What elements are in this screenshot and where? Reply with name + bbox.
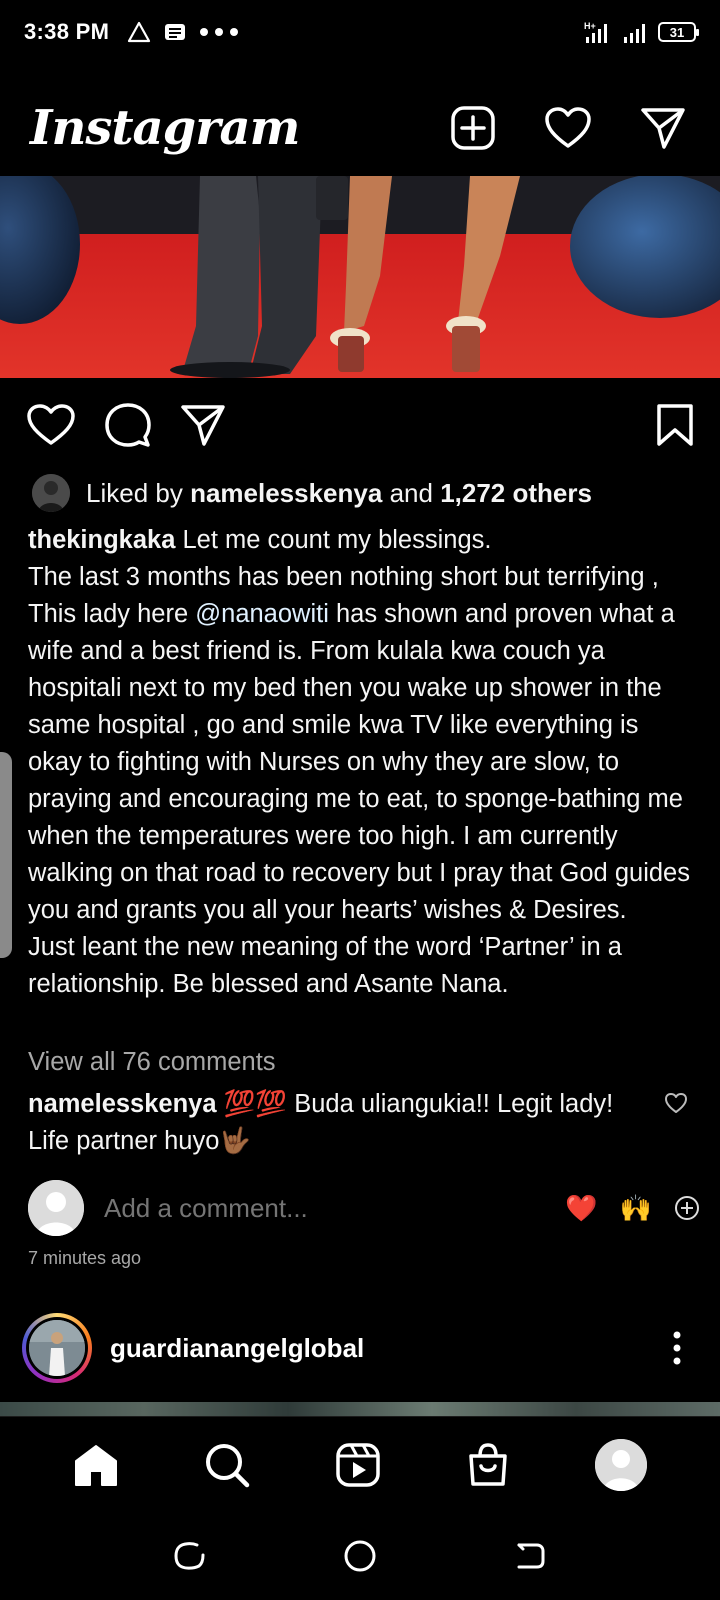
nav-profile[interactable] — [595, 1438, 648, 1491]
react-heart-button[interactable]: ❤️ — [565, 1193, 597, 1224]
comment-icon — [105, 403, 151, 447]
post-actions-left — [26, 401, 226, 449]
status-bar: 3:38 PM H+ 31 — [0, 0, 720, 64]
bottom-navigation — [0, 1416, 720, 1512]
profile-avatar-icon — [595, 1438, 648, 1491]
post-photo — [0, 176, 720, 378]
caption-mention[interactable]: @nanaowiti — [195, 600, 329, 628]
nav-shop[interactable] — [466, 1442, 510, 1488]
post-timestamp: 7 minutes ago — [28, 1248, 142, 1268]
post-image[interactable] — [0, 176, 720, 378]
signal-icon-2 — [624, 24, 645, 43]
home-icon — [74, 1444, 117, 1486]
my-avatar — [28, 1180, 84, 1236]
caption-username[interactable]: thekingkaka — [28, 526, 175, 554]
shopping-bag-icon — [469, 1442, 507, 1486]
save-button[interactable] — [656, 403, 694, 447]
more-notifications-icon — [200, 28, 239, 36]
default-avatar-icon — [28, 1180, 84, 1236]
heart-icon — [27, 404, 75, 445]
search-icon — [205, 1443, 250, 1487]
battery-icon: 31 — [658, 22, 699, 42]
story-ring[interactable] — [22, 1313, 92, 1383]
send-icon — [181, 405, 225, 446]
add-comment-row: ❤️ 🙌 — [28, 1180, 700, 1236]
system-navigation — [0, 1512, 720, 1600]
post-options-button[interactable] — [672, 1331, 682, 1365]
system-back-button[interactable] — [513, 1541, 547, 1571]
add-comment-input[interactable] — [104, 1192, 504, 1224]
recents-icon — [174, 1542, 205, 1570]
direct-messages-button[interactable] — [640, 106, 686, 150]
liked-by-prefix: Liked by — [86, 477, 183, 508]
story-ring-inner — [26, 1317, 88, 1379]
activity-button[interactable] — [544, 106, 592, 150]
nav-search[interactable] — [204, 1442, 250, 1488]
liked-by-others[interactable]: 1,272 others — [440, 478, 592, 508]
like-button[interactable] — [26, 403, 76, 447]
back-icon — [517, 1543, 545, 1569]
post-actions — [0, 392, 720, 458]
status-time: 3:38 PM — [24, 19, 110, 44]
nav-home[interactable] — [73, 1443, 119, 1487]
system-recents-button[interactable] — [173, 1541, 207, 1571]
caption-text-rest: has shown and proven what a wife and a b… — [28, 600, 690, 998]
next-post-username[interactable]: guardianangelglobal — [110, 1333, 364, 1364]
top-comment: namelesskenya 💯💯 Buda uliangukia!! Legit… — [28, 1086, 648, 1160]
nav-reels[interactable] — [335, 1442, 381, 1488]
small-heart-icon — [665, 1093, 687, 1113]
app-header: Instagram — [0, 80, 720, 176]
bookmark-icon — [657, 404, 693, 446]
comment-button[interactable] — [104, 401, 152, 449]
warning-triangle-icon — [128, 21, 151, 43]
status-right: H+ 31 — [584, 20, 699, 44]
liker-photo — [32, 474, 70, 512]
share-button[interactable] — [180, 403, 226, 447]
home-circle-icon — [344, 1540, 376, 1572]
send-icon — [641, 108, 685, 149]
edge-panel-handle[interactable] — [0, 752, 12, 958]
comment-username[interactable]: namelesskenya — [28, 1090, 217, 1118]
more-vertical-icon — [673, 1331, 681, 1365]
post-caption: thekingkaka Let me count my blessings. T… — [28, 522, 696, 1003]
reels-icon — [336, 1442, 380, 1487]
svg-text:H+: H+ — [584, 21, 596, 31]
react-hands-button[interactable]: 🙌 — [620, 1193, 652, 1224]
next-post-header: guardianangelglobal — [22, 1312, 698, 1384]
comment-like-button[interactable] — [664, 1092, 688, 1114]
system-home-button[interactable] — [343, 1539, 377, 1573]
likes-summary[interactable]: Liked by namelesskenya and 1,272 others — [32, 474, 592, 512]
likes-text: Liked by namelesskenya and 1,272 others — [86, 478, 592, 509]
plus-square-icon — [451, 106, 495, 150]
message-icon — [165, 24, 186, 40]
signal-icon-1: H+ — [584, 21, 607, 43]
view-all-comments-link[interactable]: View all 76 comments — [28, 1048, 276, 1077]
liked-by-and: and — [389, 477, 433, 508]
instagram-logo: Instagram — [30, 100, 300, 156]
quick-reactions: ❤️ 🙌 — [565, 1193, 700, 1224]
heart-icon — [545, 107, 591, 148]
more-reactions-button[interactable] — [674, 1195, 700, 1221]
create-post-button[interactable] — [450, 105, 496, 151]
plus-circle-icon — [675, 1196, 699, 1220]
liked-by-user[interactable]: namelesskenya — [190, 478, 382, 508]
header-actions — [450, 105, 686, 151]
next-post-avatar — [29, 1320, 85, 1376]
liker-avatar — [32, 474, 70, 512]
notification-icons — [127, 21, 239, 43]
next-post-image-preview[interactable] — [0, 1402, 720, 1416]
next-post-avatar-photo — [29, 1320, 85, 1376]
